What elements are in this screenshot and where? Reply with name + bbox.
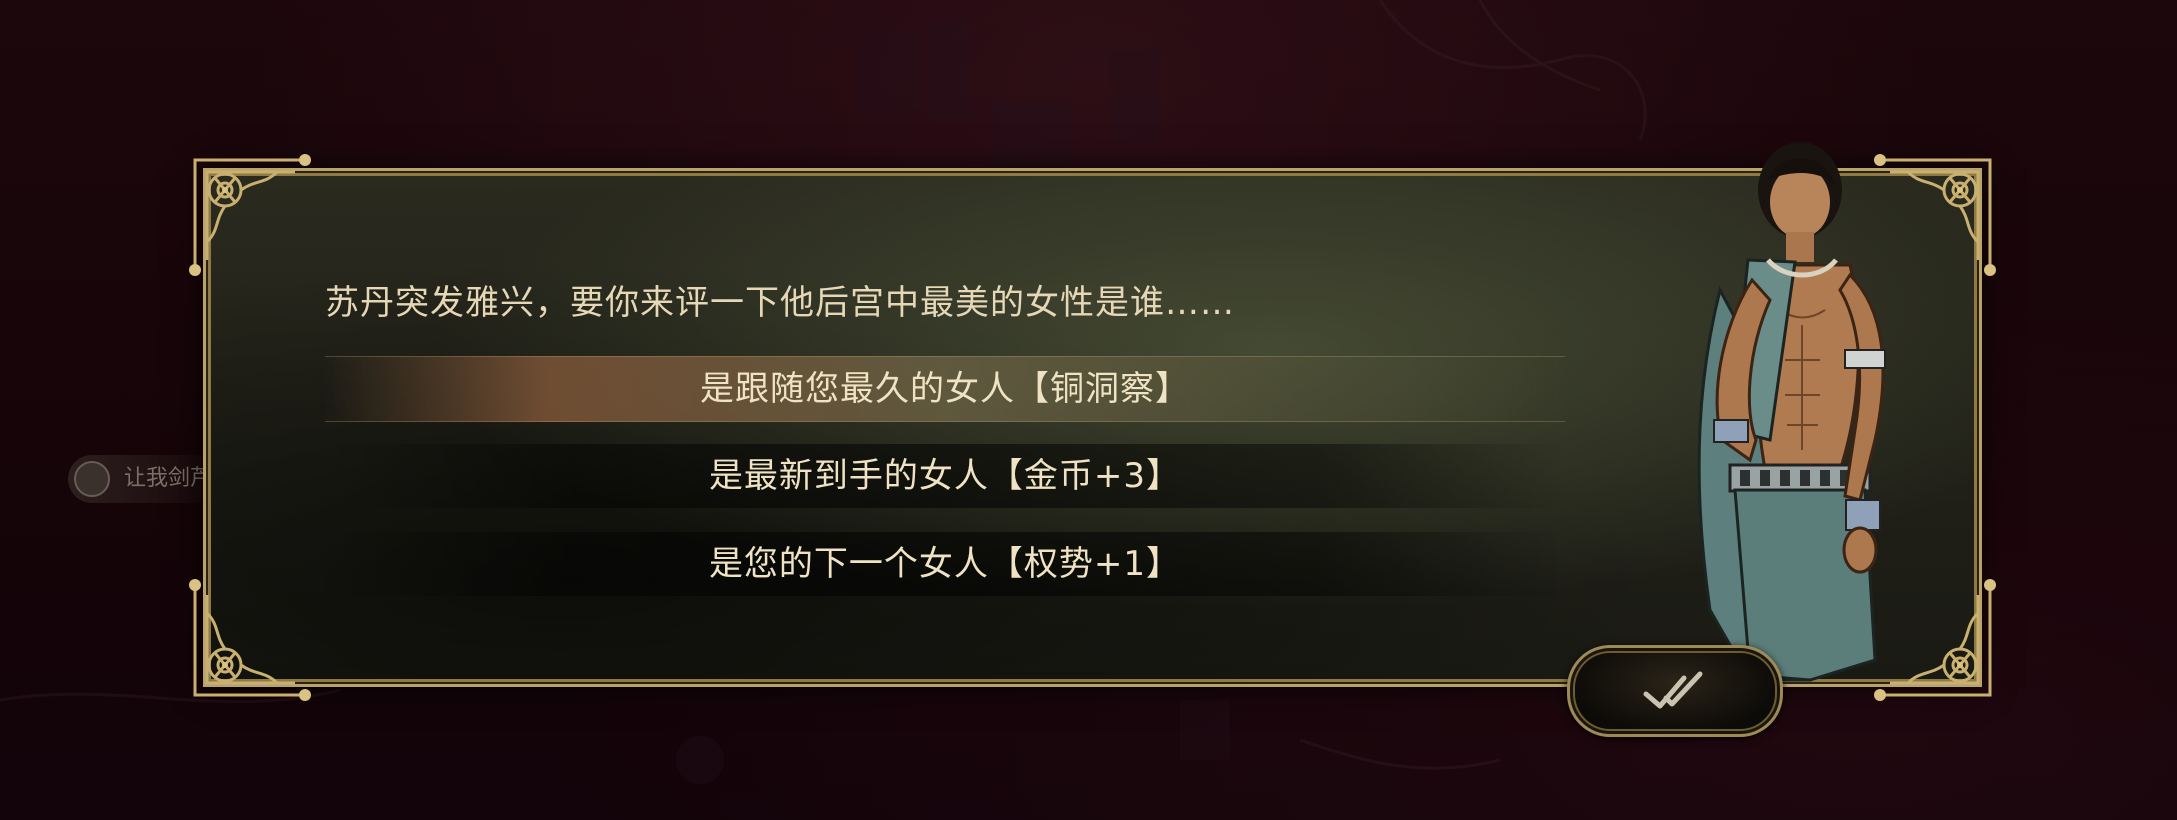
confirm-button[interactable]: [1567, 645, 1783, 737]
ornate-corner-icon: [189, 579, 311, 701]
event-prompt-text: 苏丹突发雅兴，要你来评一下他后宫中最美的女性是谁……: [325, 283, 1235, 323]
event-dialog: 苏丹突发雅兴，要你来评一下他后宫中最美的女性是谁…… 是跟随您最久的女人【铜洞察…: [189, 142, 1996, 737]
game-screen: 让我剑芦 苏丹突发雅兴，要你来评一下他后宫中最美的女性是谁…… 是跟随您最久的女…: [0, 0, 2177, 820]
choice-option-2[interactable]: 是最新到手的女人【金币+3】: [325, 444, 1565, 508]
double-check-icon: [1643, 671, 1703, 709]
choice-option-3[interactable]: 是您的下一个女人【权势+1】: [325, 532, 1565, 596]
sultan-portrait: [1697, 142, 1886, 682]
location-icon: [74, 461, 110, 497]
choice-option-1[interactable]: 是跟随您最久的女人【铜洞察】: [325, 356, 1565, 422]
ornate-corner-icon: [189, 154, 311, 276]
